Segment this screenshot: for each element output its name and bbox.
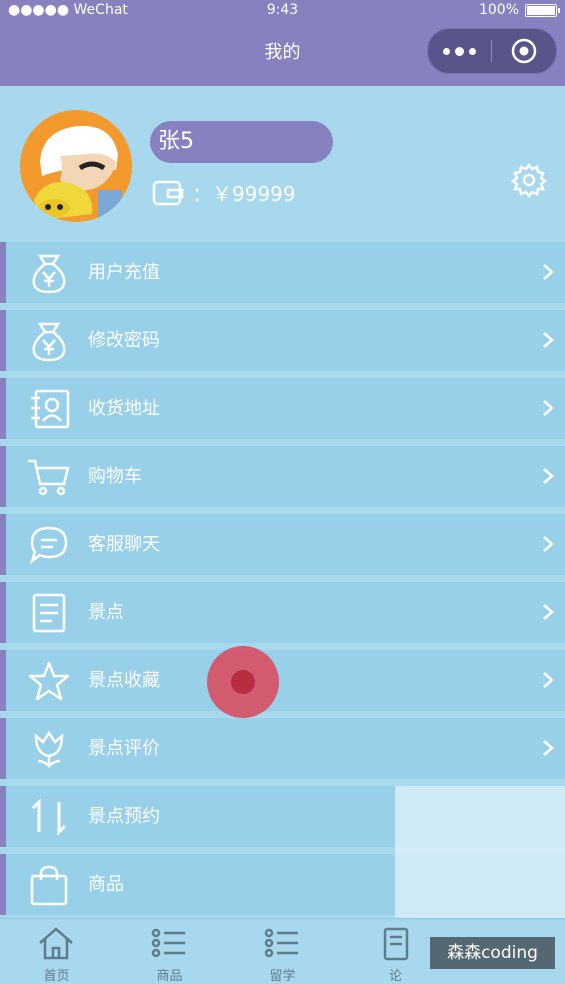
username: 张5 (150, 121, 333, 163)
menu-item-favorites[interactable]: 景点收藏 (0, 650, 565, 711)
menu-item-label: 购物车 (88, 466, 142, 487)
wallet-balance: ：￥99999 (192, 182, 296, 206)
menu-item-label: 修改密码 (88, 330, 160, 351)
shopping-bag-icon (30, 865, 68, 906)
gear-icon (510, 162, 548, 199)
tab-label: 商品 (156, 969, 183, 984)
nav-bar: 我的 (0, 20, 565, 86)
document-icon (383, 927, 409, 961)
menu-item-label: 用户充值 (88, 262, 160, 283)
settings-button[interactable] (510, 162, 548, 202)
battery-area: 100% (478, 0, 560, 20)
chevron-right-icon (543, 740, 554, 756)
chevron-right-icon (543, 332, 554, 348)
chevron-right-icon (543, 264, 554, 280)
menu-item-customer-chat[interactable]: 客服聊天 (0, 514, 565, 575)
touch-indicator (207, 646, 279, 718)
miniprogram-capsule (427, 28, 557, 74)
list-icon (151, 928, 185, 958)
battery-icon (525, 3, 560, 17)
menu-item-attractions[interactable]: 景点 (0, 582, 565, 643)
status-bar: ●●●●● WeChat 9:43 100% (0, 0, 565, 20)
menu-item-label: 景点预约 (88, 806, 160, 827)
profile-card: 张5 ：￥99999 (0, 86, 565, 234)
avatar[interactable] (20, 110, 132, 222)
menu-item-label: 景点 (88, 602, 124, 623)
chevron-right-icon (543, 468, 554, 484)
menu-item-address[interactable]: 收货地址 (0, 378, 565, 439)
list-icon (264, 928, 298, 958)
menu-item-reviews[interactable]: 景点评价 (0, 718, 565, 779)
cart-icon (28, 459, 70, 496)
wallet-icon (152, 180, 184, 205)
sort-arrows-icon (31, 798, 67, 836)
money-bag-icon (32, 254, 66, 294)
document-icon (32, 593, 66, 633)
money-bag-icon (32, 322, 66, 362)
menu-item-cart[interactable]: 购物车 (0, 446, 565, 507)
chat-icon (29, 526, 68, 565)
menu-item-recharge[interactable]: 用户充值 (0, 242, 565, 303)
close-miniprogram-button[interactable] (492, 29, 556, 73)
watermark: 森森coding (430, 937, 555, 969)
tab-label: 首页 (43, 969, 70, 984)
menu-item-label: 收货地址 (88, 398, 160, 419)
target-icon (511, 38, 537, 64)
tab-study-abroad[interactable]: 留学 (226, 919, 339, 984)
chevron-right-icon (543, 400, 554, 416)
menu-item-label: 景点评价 (88, 738, 160, 759)
home-icon (39, 927, 73, 960)
menu-item-label: 客服聊天 (88, 534, 160, 555)
star-icon (28, 661, 70, 701)
battery-percent: 100% (478, 2, 519, 18)
tab-home[interactable]: 首页 (0, 919, 113, 984)
menu-item-label: 景点收藏 (88, 670, 160, 691)
address-book-icon (31, 389, 70, 429)
chevron-right-icon (543, 536, 554, 552)
menu-item-label: 商品 (88, 874, 124, 895)
tab-label: 留学 (269, 969, 296, 984)
wallet: ：￥99999 (152, 178, 296, 207)
tulip-icon (34, 730, 64, 768)
tab-products[interactable]: 商品 (113, 919, 226, 984)
chevron-right-icon (543, 672, 554, 688)
more-button[interactable] (428, 29, 491, 73)
menu-item-change-password[interactable]: 修改密码 (0, 310, 565, 371)
chevron-right-icon (543, 604, 554, 620)
